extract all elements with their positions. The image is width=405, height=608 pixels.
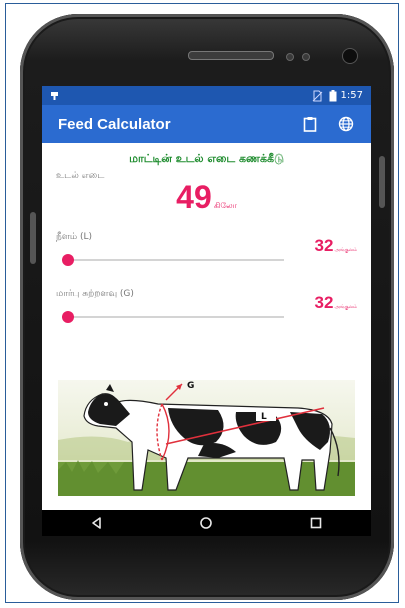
power-button	[379, 156, 385, 208]
clipboard-icon[interactable]	[297, 111, 323, 137]
girth-value: 32	[314, 293, 334, 312]
light-sensor	[302, 53, 310, 61]
length-value-display: 32 அங்குலம்	[315, 236, 357, 256]
length-value: 32	[314, 236, 334, 255]
app-title: Feed Calculator	[58, 115, 171, 133]
length-slider-block: நீளம் (L) 32 அங்குலம்	[56, 232, 357, 292]
phone-screen: 1:57 Feed Calculator மாட்டின் உடல் எடை க…	[42, 86, 371, 510]
girth-unit: அங்குலம்	[334, 304, 357, 310]
globe-icon[interactable]	[333, 111, 359, 137]
length-slider-thumb[interactable]	[62, 254, 74, 266]
girth-value-display: 32 அங்குலம்	[315, 293, 357, 313]
navigation-bar	[42, 510, 371, 536]
length-slider[interactable]	[62, 254, 284, 266]
volume-button	[30, 212, 36, 264]
girth-label: மார்பு சுற்றளவு (G)	[56, 289, 134, 299]
clock: 1:57	[340, 90, 363, 101]
app-bar: Feed Calculator	[42, 105, 371, 143]
notification-icon	[51, 91, 58, 100]
earpiece-speaker	[188, 51, 274, 60]
home-icon[interactable]	[199, 516, 213, 530]
length-marker: L	[261, 412, 267, 422]
front-camera	[342, 48, 358, 64]
page-heading: மாட்டின் உடல் எடை கணக்கீடு	[129, 152, 284, 165]
status-bar: 1:57	[42, 86, 371, 105]
no-sim-icon	[312, 90, 322, 101]
back-icon[interactable]	[90, 516, 104, 530]
girth-slider-thumb[interactable]	[62, 311, 74, 323]
weight-value: 49	[176, 179, 212, 215]
girth-marker: G	[187, 381, 194, 391]
main-content: மாட்டின் உடல் எடை கணக்கீடு உடல் எடை 49 க…	[42, 152, 371, 349]
weight-unit: கிலோ	[213, 201, 237, 210]
recents-icon[interactable]	[309, 516, 323, 530]
battery-icon	[329, 89, 337, 101]
girth-slider-block: மார்பு சுற்றளவு (G) 32 அங்குலம்	[56, 289, 357, 349]
cow-measurement-diagram: G L	[58, 380, 355, 496]
length-label: நீளம் (L)	[56, 232, 93, 242]
girth-slider[interactable]	[62, 311, 284, 323]
proximity-sensor	[286, 53, 294, 61]
length-unit: அங்குலம்	[334, 247, 357, 253]
weight-display: 49 கிலோ	[56, 180, 357, 214]
